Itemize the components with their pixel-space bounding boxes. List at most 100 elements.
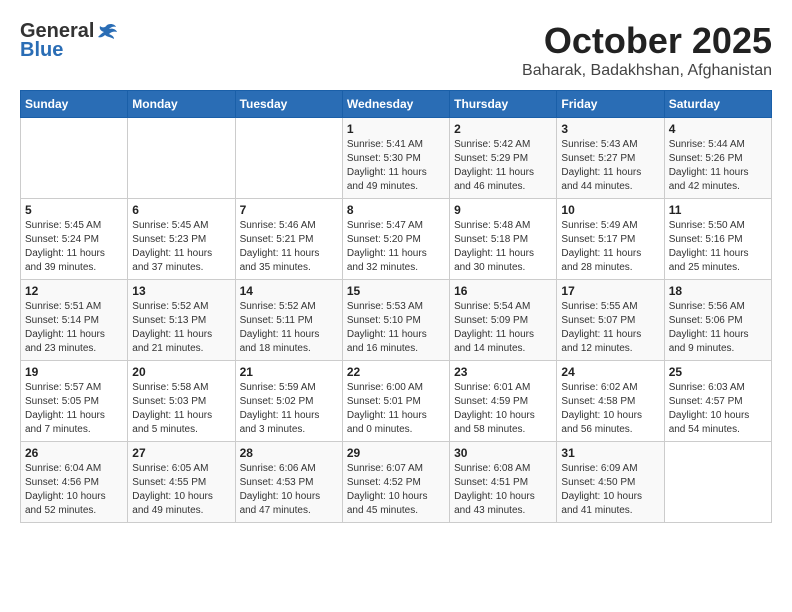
day-cell-17: 17 Sunrise: 5:55 AM Sunset: 5:07 PM Dayli…	[557, 280, 664, 361]
day-info: Sunrise: 6:06 AM Sunset: 4:53 PM Dayligh…	[240, 462, 338, 518]
empty-cell	[128, 118, 235, 199]
day-number: 27	[132, 446, 230, 460]
day-info: Sunrise: 5:48 AM Sunset: 5:18 PM Dayligh…	[454, 219, 552, 275]
day-number: 8	[347, 203, 445, 217]
day-cell-14: 14Sunrise: 5:52 AM Sunset: 5:11 PM Dayli…	[235, 280, 342, 361]
day-cell-31: 31 Sunrise: 6:09 AM Sunset: 4:50 PM Dayli…	[557, 442, 664, 523]
location-text: Baharak, Badakhshan, Afghanistan	[522, 62, 772, 80]
day-cell-23: 23 Sunrise: 6:01 AM Sunset: 4:59 PM Dayli…	[450, 361, 557, 442]
day-number: 28	[240, 446, 338, 460]
day-info: Sunrise: 5:53 AM Sunset: 5:10 PM Dayligh…	[347, 300, 445, 356]
empty-cell	[664, 442, 771, 523]
day-info: Sunrise: 6:03 AM Sunset: 4:57 PM Dayligh…	[669, 381, 767, 437]
day-cell-4: 4 Sunrise: 5:44 AM Sunset: 5:26 PM Daylig…	[664, 118, 771, 199]
day-info: Sunrise: 5:57 AM Sunset: 5:05 PM Dayligh…	[25, 381, 123, 437]
day-info: Sunrise: 5:54 AM Sunset: 5:09 PM Dayligh…	[454, 300, 552, 356]
day-cell-20: 20 Sunrise: 5:58 AM Sunset: 5:03 PM Dayli…	[128, 361, 235, 442]
weekday-header-friday: Friday	[557, 91, 664, 118]
weekday-header-sunday: Sunday	[21, 91, 128, 118]
empty-cell	[235, 118, 342, 199]
day-info: Sunrise: 5:52 AM Sunset: 5:11 PM Dayligh…	[240, 300, 338, 356]
day-cell-15: 15 Sunrise: 5:53 AM Sunset: 5:10 PM Dayli…	[342, 280, 449, 361]
day-number: 15	[347, 284, 445, 298]
week-row-2: 5 Sunrise: 5:45 AM Sunset: 5:24 PM Daylig…	[21, 199, 772, 280]
day-info: Sunrise: 5:46 AM Sunset: 5:21 PM Dayligh…	[240, 219, 338, 275]
day-number: 6	[132, 203, 230, 217]
day-cell-30: 30 Sunrise: 6:08 AM Sunset: 4:51 PM Dayli…	[450, 442, 557, 523]
day-number: 7	[240, 203, 338, 217]
weekday-header-monday: Monday	[128, 91, 235, 118]
day-cell-24: 24 Sunrise: 6:02 AM Sunset: 4:58 PM Dayli…	[557, 361, 664, 442]
day-number: 5	[25, 203, 123, 217]
day-cell-9: 9 Sunrise: 5:48 AM Sunset: 5:18 PM Daylig…	[450, 199, 557, 280]
day-number: 18	[669, 284, 767, 298]
weekday-header-wednesday: Wednesday	[342, 91, 449, 118]
day-cell-11: 11 Sunrise: 5:50 AM Sunset: 5:16 PM Dayli…	[664, 199, 771, 280]
day-cell-3: 3Sunrise: 5:43 AM Sunset: 5:27 PM Daylig…	[557, 118, 664, 199]
day-info: Sunrise: 5:43 AM Sunset: 5:27 PM Dayligh…	[561, 138, 659, 194]
day-number: 24	[561, 365, 659, 379]
day-number: 23	[454, 365, 552, 379]
weekday-header-thursday: Thursday	[450, 91, 557, 118]
day-number: 13	[132, 284, 230, 298]
day-number: 20	[132, 365, 230, 379]
day-number: 2	[454, 122, 552, 136]
day-info: Sunrise: 5:58 AM Sunset: 5:03 PM Dayligh…	[132, 381, 230, 437]
day-info: Sunrise: 5:45 AM Sunset: 5:23 PM Dayligh…	[132, 219, 230, 275]
day-number: 9	[454, 203, 552, 217]
day-cell-29: 29Sunrise: 6:07 AM Sunset: 4:52 PM Dayli…	[342, 442, 449, 523]
day-info: Sunrise: 6:01 AM Sunset: 4:59 PM Dayligh…	[454, 381, 552, 437]
day-info: Sunrise: 6:05 AM Sunset: 4:55 PM Dayligh…	[132, 462, 230, 518]
day-number: 30	[454, 446, 552, 460]
day-info: Sunrise: 5:51 AM Sunset: 5:14 PM Dayligh…	[25, 300, 123, 356]
day-number: 31	[561, 446, 659, 460]
day-cell-16: 16Sunrise: 5:54 AM Sunset: 5:09 PM Dayli…	[450, 280, 557, 361]
day-info: Sunrise: 6:09 AM Sunset: 4:50 PM Dayligh…	[561, 462, 659, 518]
day-number: 17	[561, 284, 659, 298]
day-info: Sunrise: 6:02 AM Sunset: 4:58 PM Dayligh…	[561, 381, 659, 437]
day-info: Sunrise: 5:56 AM Sunset: 5:06 PM Dayligh…	[669, 300, 767, 356]
day-cell-12: 12 Sunrise: 5:51 AM Sunset: 5:14 PM Dayli…	[21, 280, 128, 361]
day-cell-5: 5 Sunrise: 5:45 AM Sunset: 5:24 PM Daylig…	[21, 199, 128, 280]
title-block: October 2025 Baharak, Badakhshan, Afghan…	[522, 20, 772, 80]
day-cell-22: 22 Sunrise: 6:00 AM Sunset: 5:01 PM Dayli…	[342, 361, 449, 442]
day-info: Sunrise: 6:08 AM Sunset: 4:51 PM Dayligh…	[454, 462, 552, 518]
day-cell-26: 26Sunrise: 6:04 AM Sunset: 4:56 PM Dayli…	[21, 442, 128, 523]
day-info: Sunrise: 5:55 AM Sunset: 5:07 PM Dayligh…	[561, 300, 659, 356]
day-cell-1: 1 Sunrise: 5:41 AM Sunset: 5:30 PM Daylig…	[342, 118, 449, 199]
day-info: Sunrise: 5:49 AM Sunset: 5:17 PM Dayligh…	[561, 219, 659, 275]
day-cell-10: 10 Sunrise: 5:49 AM Sunset: 5:17 PM Dayli…	[557, 199, 664, 280]
day-cell-7: 7 Sunrise: 5:46 AM Sunset: 5:21 PM Daylig…	[235, 199, 342, 280]
day-info: Sunrise: 6:00 AM Sunset: 5:01 PM Dayligh…	[347, 381, 445, 437]
day-info: Sunrise: 5:50 AM Sunset: 5:16 PM Dayligh…	[669, 219, 767, 275]
day-info: Sunrise: 6:07 AM Sunset: 4:52 PM Dayligh…	[347, 462, 445, 518]
day-info: Sunrise: 5:47 AM Sunset: 5:20 PM Dayligh…	[347, 219, 445, 275]
weekday-header-row: SundayMondayTuesdayWednesdayThursdayFrid…	[21, 91, 772, 118]
day-number: 4	[669, 122, 767, 136]
logo: General Blue	[20, 20, 118, 62]
day-info: Sunrise: 6:04 AM Sunset: 4:56 PM Dayligh…	[25, 462, 123, 518]
day-cell-28: 28 Sunrise: 6:06 AM Sunset: 4:53 PM Dayli…	[235, 442, 342, 523]
day-info: Sunrise: 5:41 AM Sunset: 5:30 PM Dayligh…	[347, 138, 445, 194]
day-number: 10	[561, 203, 659, 217]
day-cell-18: 18 Sunrise: 5:56 AM Sunset: 5:06 PM Dayli…	[664, 280, 771, 361]
weekday-header-saturday: Saturday	[664, 91, 771, 118]
logo-blue-text: Blue	[20, 39, 63, 62]
month-title: October 2025	[522, 20, 772, 62]
day-number: 22	[347, 365, 445, 379]
day-number: 25	[669, 365, 767, 379]
logo-bird-icon	[96, 21, 118, 43]
day-number: 12	[25, 284, 123, 298]
day-number: 1	[347, 122, 445, 136]
weekday-header-tuesday: Tuesday	[235, 91, 342, 118]
week-row-3: 12 Sunrise: 5:51 AM Sunset: 5:14 PM Dayli…	[21, 280, 772, 361]
day-cell-8: 8 Sunrise: 5:47 AM Sunset: 5:20 PM Daylig…	[342, 199, 449, 280]
day-number: 21	[240, 365, 338, 379]
day-cell-13: 13Sunrise: 5:52 AM Sunset: 5:13 PM Dayli…	[128, 280, 235, 361]
day-info: Sunrise: 5:45 AM Sunset: 5:24 PM Dayligh…	[25, 219, 123, 275]
day-cell-25: 25 Sunrise: 6:03 AM Sunset: 4:57 PM Dayli…	[664, 361, 771, 442]
day-cell-21: 21Sunrise: 5:59 AM Sunset: 5:02 PM Dayli…	[235, 361, 342, 442]
day-info: Sunrise: 5:44 AM Sunset: 5:26 PM Dayligh…	[669, 138, 767, 194]
day-number: 11	[669, 203, 767, 217]
day-cell-27: 27 Sunrise: 6:05 AM Sunset: 4:55 PM Dayli…	[128, 442, 235, 523]
